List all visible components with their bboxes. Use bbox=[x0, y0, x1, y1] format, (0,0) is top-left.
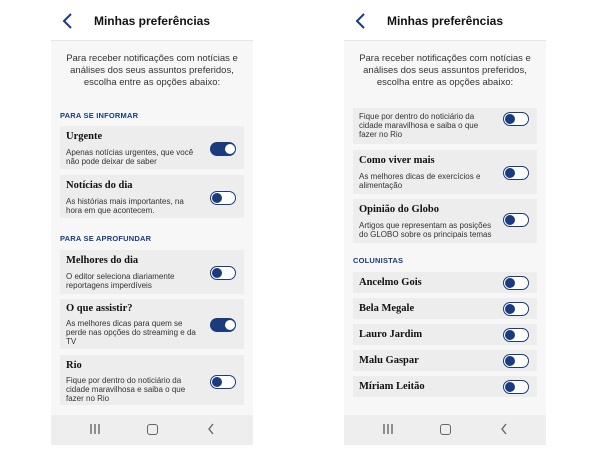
system-nav-bar bbox=[344, 415, 546, 445]
recent-apps-icon[interactable] bbox=[89, 424, 101, 434]
toggle-switch[interactable] bbox=[503, 166, 529, 180]
card-title: O que assistir? bbox=[66, 303, 133, 314]
home-icon[interactable] bbox=[147, 424, 158, 435]
columnist-row: Malu Gaspar bbox=[353, 350, 537, 371]
nav-back-icon[interactable] bbox=[500, 423, 508, 435]
columnist-name: Míriam Leitão bbox=[359, 381, 425, 392]
home-icon[interactable] bbox=[440, 424, 451, 435]
app-header: Minhas preferências bbox=[51, 0, 253, 41]
pref-card-o-que-assistir: O que assistir? As melhores dicas para q… bbox=[60, 299, 244, 349]
card-desc: As histórias mais importantes, na hora e… bbox=[66, 197, 184, 215]
card-title: Opinião do Globo bbox=[359, 204, 439, 215]
card-desc: As melhores dicas de exercícios e alimen… bbox=[359, 172, 481, 190]
card-desc: Fique por dentro do noticiário da cidade… bbox=[66, 376, 186, 403]
card-desc: Artigos que representam as posições do G… bbox=[359, 221, 492, 239]
card-title: Rio bbox=[66, 360, 82, 371]
card-desc: Apenas notícias urgentes, que você não p… bbox=[66, 148, 194, 166]
system-nav-bar bbox=[51, 415, 253, 445]
toggle-switch[interactable] bbox=[210, 318, 236, 332]
section-label-colunistas: COLUNISTAS bbox=[353, 256, 404, 265]
intro-text: Para receber notificações com notícias e… bbox=[66, 53, 238, 88]
nav-back-icon[interactable] bbox=[207, 423, 215, 435]
toggle-switch[interactable] bbox=[503, 112, 529, 126]
card-title: Urgente bbox=[66, 131, 103, 142]
card-title: Melhores do dia bbox=[66, 255, 139, 266]
pref-card-como-viver-mais: Como viver mais As melhores dicas de exe… bbox=[353, 150, 537, 194]
toggle-switch[interactable] bbox=[210, 266, 236, 280]
card-desc: As melhores dicas para quem se perde nas… bbox=[66, 319, 196, 346]
columnist-name: Bela Megale bbox=[359, 303, 415, 314]
columnist-row: Bela Megale bbox=[353, 298, 537, 319]
pref-card-rio: Rio Fique por dentro do noticiário da ci… bbox=[60, 355, 244, 405]
pref-card-noticias-do-dia: Notícias do dia As histórias mais import… bbox=[60, 175, 244, 218]
intro-text: Para receber notificações com notícias e… bbox=[359, 53, 531, 88]
toggle-switch[interactable] bbox=[210, 191, 236, 205]
toggle-switch[interactable] bbox=[503, 276, 529, 290]
toggle-switch[interactable] bbox=[503, 302, 529, 316]
columnist-row: Míriam Leitão bbox=[353, 376, 537, 397]
columnist-name: Lauro Jardim bbox=[359, 329, 423, 340]
phone-screen-right: Minhas preferências Para receber notific… bbox=[344, 0, 546, 445]
toggle-switch[interactable] bbox=[210, 142, 236, 156]
section-label-aprofundar: PARA SE APROFUNDAR bbox=[60, 234, 152, 243]
card-desc: Fique por dentro do noticiário da cidade… bbox=[359, 112, 479, 139]
section-label-informar: PARA SE INFORMAR bbox=[60, 111, 139, 120]
columnist-row: Lauro Jardim bbox=[353, 324, 537, 345]
card-desc: O editor seleciona diariamente reportage… bbox=[66, 272, 175, 290]
phone-screen-left: Minhas preferências Para receber notific… bbox=[51, 0, 253, 445]
pref-card-opiniao-do-globo: Opinião do Globo Artigos que representam… bbox=[353, 199, 537, 243]
toggle-switch[interactable] bbox=[503, 213, 529, 227]
pref-card-rio: Fique por dentro do noticiário da cidade… bbox=[353, 108, 537, 144]
card-title: Como viver mais bbox=[359, 155, 435, 166]
recent-apps-icon[interactable] bbox=[382, 424, 394, 434]
toggle-switch[interactable] bbox=[503, 354, 529, 368]
pref-card-melhores-do-dia: Melhores do dia O editor seleciona diari… bbox=[60, 250, 244, 294]
pref-card-urgente: Urgente Apenas notícias urgentes, que vo… bbox=[60, 126, 244, 169]
page-title: Minhas preferências bbox=[93, 14, 211, 28]
columnist-row: Ancelmo Gois bbox=[353, 272, 537, 293]
columnist-name: Malu Gaspar bbox=[359, 355, 419, 366]
toggle-switch[interactable] bbox=[503, 328, 529, 342]
page-title: Minhas preferências bbox=[386, 14, 504, 28]
card-title: Notícias do dia bbox=[66, 180, 133, 191]
app-header: Minhas preferências bbox=[344, 0, 546, 41]
columnist-name: Ancelmo Gois bbox=[359, 277, 422, 288]
toggle-switch[interactable] bbox=[210, 375, 236, 389]
toggle-switch[interactable] bbox=[503, 380, 529, 394]
